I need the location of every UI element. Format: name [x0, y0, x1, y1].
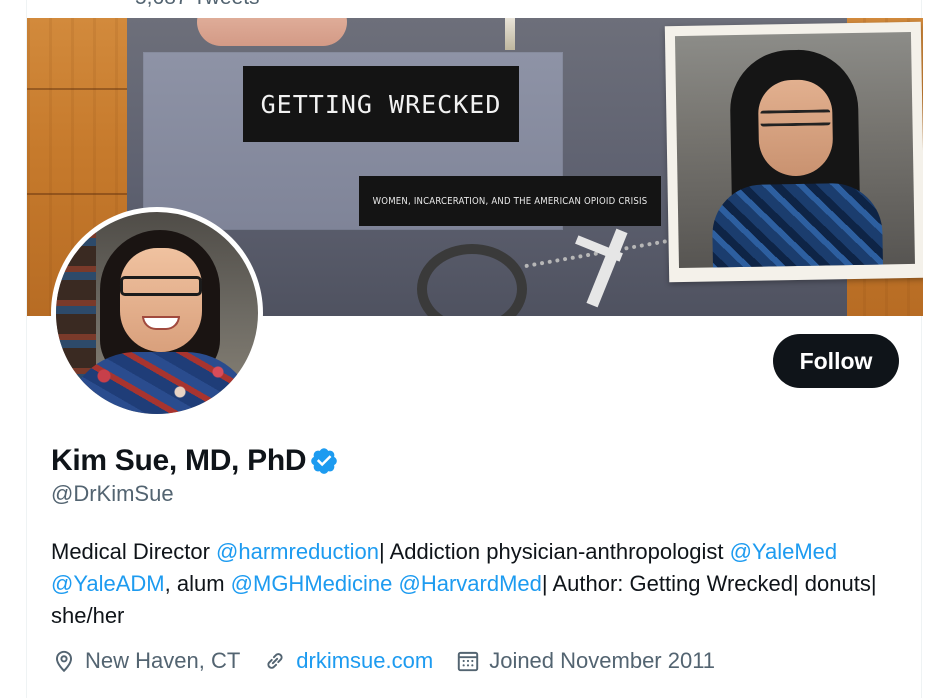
book-title: GETTING WRECKED — [260, 89, 502, 119]
profile-column: 5,687 Tweets GETTING WRECKED WOMEN, INCA… — [26, 0, 923, 698]
profile-name-row: Kim Sue, MD, PhD — [51, 444, 339, 478]
mention-link[interactable]: @HarvardMed — [398, 571, 541, 596]
profile-bio: Medical Director @harmreduction| Addicti… — [51, 536, 901, 632]
bio-text: , alum — [164, 571, 231, 596]
mention-link[interactable]: @YaleADM — [51, 571, 165, 596]
mention-link[interactable]: @MGHMedicine — [231, 571, 393, 596]
tweets-count: 5,687 Tweets — [135, 0, 260, 10]
follow-button[interactable]: Follow — [773, 334, 899, 388]
handcuff-graphic — [417, 244, 527, 316]
mention-link[interactable]: @YaleMed — [730, 539, 838, 564]
profile-handle: @DrKimSue — [51, 481, 174, 506]
joined-item: Joined November 2011 — [455, 648, 715, 674]
author-photo — [664, 21, 923, 283]
bio-text: | Addiction physician-anthropologist — [379, 539, 730, 564]
mention-link[interactable]: @harmreduction — [216, 539, 379, 564]
avatar[interactable] — [51, 207, 263, 419]
bio-text: Medical Director — [51, 539, 217, 564]
location-text: New Haven, CT — [85, 648, 241, 673]
location-pin-icon — [55, 650, 73, 673]
website-item: drkimsue.com — [262, 648, 433, 674]
hand-graphic — [197, 18, 347, 46]
verified-badge-icon[interactable] — [309, 446, 339, 476]
profile-name: Kim Sue, MD, PhD — [51, 444, 307, 477]
location-item: New Haven, CT — [51, 648, 240, 674]
book-title-box: GETTING WRECKED — [243, 66, 519, 142]
website-link[interactable]: drkimsue.com — [296, 648, 433, 674]
syringe-graphic — [505, 18, 515, 50]
profile-meta: New Haven, CT drkimsue.com Joined Novemb… — [51, 648, 737, 674]
book-subtitle-box: WOMEN, INCARCERATION, AND THE AMERICAN O… — [359, 176, 661, 226]
calendar-icon — [458, 651, 479, 672]
book-subtitle: WOMEN, INCARCERATION, AND THE AMERICAN O… — [372, 195, 648, 207]
profile-header-bar: 5,687 Tweets — [27, 0, 921, 18]
joined-text: Joined November 2011 — [489, 648, 716, 673]
link-icon — [267, 653, 283, 669]
